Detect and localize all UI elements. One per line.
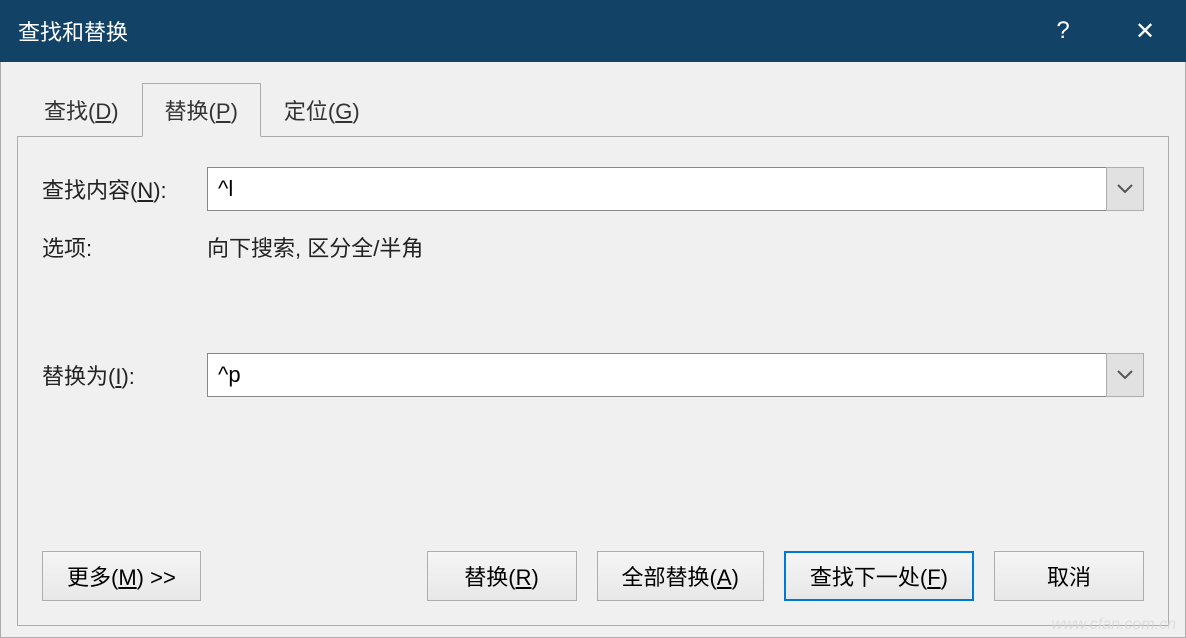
- tab-find[interactable]: 查找(D): [21, 83, 142, 137]
- replace-input[interactable]: [207, 353, 1106, 397]
- cancel-button[interactable]: 取消: [994, 551, 1144, 601]
- find-next-button[interactable]: 查找下一处(F): [784, 551, 974, 601]
- find-label: 查找内容(N):: [42, 173, 207, 205]
- chevron-down-icon: [1117, 370, 1133, 380]
- tab-panel: 查找内容(N): 选项: 向下搜索, 区分全/半角 替换为(I):: [17, 136, 1169, 626]
- options-label: 选项:: [42, 231, 207, 263]
- button-row: 更多(M) >> 替换(R) 全部替换(A) 查找下一处(F) 取消: [42, 551, 1144, 601]
- tab-goto[interactable]: 定位(G): [261, 83, 383, 137]
- options-row: 选项: 向下搜索, 区分全/半角: [42, 231, 1144, 263]
- find-combo: [207, 167, 1144, 211]
- replace-row: 替换为(I):: [42, 353, 1144, 397]
- spacer: [221, 551, 407, 601]
- options-value: 向下搜索, 区分全/半角: [207, 231, 423, 263]
- tab-replace[interactable]: 替换(P): [142, 83, 261, 137]
- replace-dropdown-button[interactable]: [1106, 353, 1144, 397]
- watermark: www.cfan.com.cn: [1052, 616, 1176, 634]
- find-dropdown-button[interactable]: [1106, 167, 1144, 211]
- tab-strip: 查找(D) 替换(P) 定位(G): [21, 82, 1169, 136]
- dialog-body: 查找(D) 替换(P) 定位(G) 查找内容(N): 选项: 向下搜索, 区分全…: [0, 62, 1186, 638]
- find-row: 查找内容(N):: [42, 167, 1144, 211]
- replace-button[interactable]: 替换(R): [427, 551, 577, 601]
- help-button[interactable]: ?: [1022, 0, 1104, 62]
- find-input[interactable]: [207, 167, 1106, 211]
- replace-label: 替换为(I):: [42, 359, 207, 391]
- chevron-down-icon: [1117, 184, 1133, 194]
- replace-combo: [207, 353, 1144, 397]
- dialog-title: 查找和替换: [18, 15, 1022, 47]
- more-button[interactable]: 更多(M) >>: [42, 551, 201, 601]
- replace-all-button[interactable]: 全部替换(A): [597, 551, 764, 601]
- close-button[interactable]: ✕: [1104, 0, 1186, 62]
- titlebar: 查找和替换 ? ✕: [0, 0, 1186, 62]
